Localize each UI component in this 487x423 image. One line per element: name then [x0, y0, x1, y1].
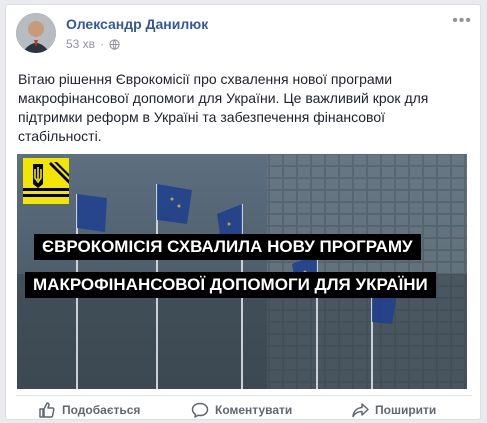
- comment-label: Коментувати: [215, 403, 293, 417]
- share-button[interactable]: Поширити: [351, 401, 436, 419]
- post-text-line: стабільності.: [18, 128, 102, 144]
- author-name[interactable]: Олександр Данилюк: [66, 16, 208, 32]
- globe-icon: [109, 38, 120, 50]
- post-text-line: підтримки реформ в Україні та забезпечен…: [18, 109, 386, 125]
- post-meta: 53 хв ·: [66, 37, 120, 51]
- comment-icon: [191, 402, 209, 418]
- post-actions: Подобається Коментувати Поширити: [16, 395, 472, 419]
- share-arrow-icon: [352, 403, 369, 418]
- post-card: Олександр Данилюк 53 хв · ••• Вітаю ріше…: [5, 4, 481, 420]
- post-time[interactable]: 53 хв: [66, 37, 95, 51]
- image-headline-line1: Єврокомісія схвалила нову програму: [34, 234, 421, 260]
- comment-button[interactable]: Коментувати: [191, 401, 292, 419]
- like-label: Подобається: [62, 403, 141, 417]
- post-text-line: макрофінансової допомоги для України. Це…: [18, 90, 429, 106]
- like-button[interactable]: Подобається: [38, 401, 140, 419]
- post-header: Олександр Данилюк 53 хв · •••: [16, 13, 472, 61]
- share-label: Поширити: [375, 403, 437, 417]
- dot-separator: ·: [100, 37, 105, 51]
- post-image[interactable]: Єврокомісія схвалила нову програму макро…: [17, 154, 467, 389]
- post-text-line: Вітаю рішення Єврокомісії про схвалення …: [18, 71, 393, 87]
- post-text: Вітаю рішення Єврокомісії про схвалення …: [18, 70, 470, 146]
- avatar[interactable]: [16, 13, 56, 53]
- thumbs-up-icon: [39, 402, 55, 418]
- image-headline-line2: макрофінансової допомоги для України: [25, 272, 436, 298]
- ukraine-trident-emblem-icon: [23, 158, 69, 204]
- more-options-icon[interactable]: •••: [452, 13, 472, 29]
